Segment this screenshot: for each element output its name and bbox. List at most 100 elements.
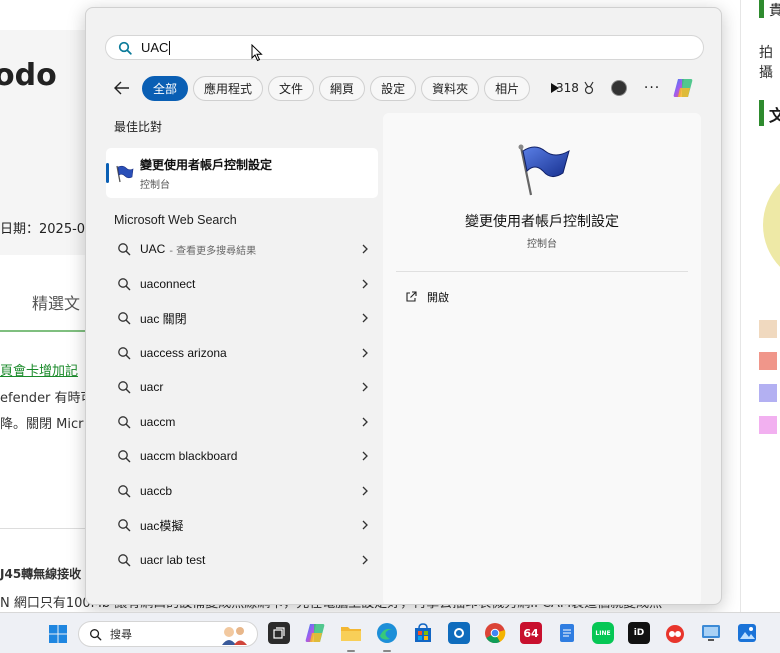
web-result-item[interactable]: uaccm: [106, 405, 378, 440]
web-result-item[interactable]: uaccm blackboard: [106, 439, 378, 474]
web-result-item[interactable]: uacr: [106, 370, 378, 405]
outlook-icon[interactable]: [448, 622, 470, 644]
sidebar-heading-marker: [759, 0, 764, 18]
legend-swatch: [759, 384, 777, 402]
web-search-heading: Microsoft Web Search: [114, 213, 237, 227]
search-icon: [118, 41, 132, 55]
best-match-item[interactable]: 變更使用者帳戶控制設定 控制台: [106, 148, 378, 198]
edge-browser-icon[interactable]: [376, 622, 398, 644]
start-search-panel: UAC 全部 應用程式 文件 網頁 設定 資料夾 相片 318 ··· 最佳比對…: [85, 7, 722, 605]
search-query: UAC: [141, 40, 169, 55]
web-result-item[interactable]: UAC - 查看更多搜尋結果: [106, 232, 378, 267]
web-result-item[interactable]: uaccess arizona: [106, 336, 378, 371]
web-result-text: uacr: [140, 380, 164, 395]
uac-flag-icon: [518, 144, 570, 196]
browser-app-icon[interactable]: [664, 622, 686, 644]
best-match-texts: 變更使用者帳戶控制設定 控制台: [140, 156, 272, 191]
article-date-fragment: 日期：2025-05: [0, 222, 94, 237]
chevron-right-icon[interactable]: [360, 417, 370, 427]
article-divider: [0, 528, 90, 529]
more-options-button[interactable]: ···: [644, 80, 660, 96]
chevron-right-icon[interactable]: [360, 279, 370, 289]
filter-chip-all[interactable]: 全部: [142, 75, 189, 101]
copilot-icon[interactable]: [672, 77, 694, 99]
chrome-icon[interactable]: [484, 622, 506, 644]
sidebar-heading: 貴: [769, 3, 780, 19]
photos-icon[interactable]: [736, 622, 758, 644]
text-caret: [169, 40, 171, 55]
id-app-icon[interactable]: iD: [628, 622, 650, 644]
search-input[interactable]: UAC: [105, 35, 704, 60]
filter-chip-apps[interactable]: 應用程式: [193, 75, 264, 101]
article-text-line: 降。關閉 Micr: [0, 417, 84, 432]
web-result-text: uac 關閉: [140, 311, 187, 326]
search-icon: [118, 484, 131, 498]
best-match-heading: 最佳比對: [114, 119, 163, 134]
search-highlight-illustration-icon: [222, 627, 247, 645]
web-result-item[interactable]: uaccb: [106, 474, 378, 509]
background-article: odo 日期：2025-05 精選文 頁會卡增加記 efender 有時可 降。…: [0, 0, 94, 612]
search-icon: [90, 628, 102, 640]
search-icon: [118, 346, 131, 360]
open-external-icon: [406, 291, 417, 302]
filter-chip-settings[interactable]: 設定: [370, 75, 417, 101]
chevron-right-icon[interactable]: [360, 313, 370, 323]
chevron-right-icon[interactable]: [360, 244, 370, 254]
article-text-line: efender 有時可: [0, 391, 94, 406]
open-action-label: 開啟: [427, 291, 449, 304]
app-64-icon[interactable]: 64: [520, 622, 542, 644]
results-column: 最佳比對 變更使用者帳戶控制設定 控制台 Microsoft Web Searc…: [106, 116, 378, 577]
sidebar-heading: 文: [769, 106, 780, 125]
web-result-text: uaccess arizona: [140, 345, 227, 360]
filter-chip-documents[interactable]: 文件: [268, 75, 315, 101]
search-icon: [118, 553, 131, 567]
running-indicator: [347, 650, 355, 652]
chevron-right-icon[interactable]: [360, 451, 370, 461]
web-result-item[interactable]: uacr lab test: [106, 543, 378, 578]
chevron-right-icon[interactable]: [360, 486, 370, 496]
notepad-icon[interactable]: [556, 622, 578, 644]
filter-bar: 全部 應用程式 文件 網頁 設定 資料夾 相片: [108, 75, 567, 101]
search-icon: [118, 312, 131, 325]
web-result-text: uaccm: [140, 414, 176, 429]
detail-subtitle: 控制台: [527, 239, 557, 250]
chevron-right-icon[interactable]: [360, 348, 370, 358]
rewards-points[interactable]: 318: [556, 81, 579, 95]
web-result-hint: - 查看更多搜尋結果: [169, 245, 257, 257]
taskbar: 搜尋 64 LINE iD: [0, 612, 780, 653]
filter-chip-photos[interactable]: 相片: [484, 75, 531, 101]
sidebar-pie-chart: [763, 165, 780, 285]
task-view-glyph-icon: [273, 627, 285, 639]
user-avatar[interactable]: [610, 80, 627, 96]
windows-start-icon[interactable]: [48, 624, 68, 644]
article-link-fragment[interactable]: 頁會卡增加記: [0, 360, 78, 379]
outlook-glyph-icon: [454, 628, 464, 638]
web-result-item[interactable]: uac模擬: [106, 508, 378, 543]
web-results-list: UAC - 查看更多搜尋結果 uaconnect uac 關閉 uaccess …: [106, 232, 378, 577]
selection-indicator: [106, 163, 109, 183]
chevron-right-icon[interactable]: [360, 520, 370, 530]
chevron-right-icon[interactable]: [360, 555, 370, 565]
detail-title: 變更使用者帳戶控制設定: [465, 214, 619, 230]
web-result-text: uac模擬: [140, 518, 184, 533]
web-result-item[interactable]: uac 關閉: [106, 301, 378, 336]
filter-chip-folders[interactable]: 資料夾: [421, 75, 480, 101]
microsoft-store-icon[interactable]: [412, 622, 434, 644]
filter-chip-web[interactable]: 網頁: [319, 75, 366, 101]
detail-pane: 變更使用者帳戶控制設定 控制台 開啟: [383, 113, 701, 604]
web-result-item[interactable]: uaconnect: [106, 267, 378, 302]
open-action[interactable]: 開啟: [405, 289, 449, 305]
copilot-icon[interactable]: [304, 622, 326, 644]
file-explorer-icon[interactable]: [340, 622, 362, 644]
taskbar-search-box[interactable]: 搜尋: [78, 621, 258, 647]
featured-underline: [0, 330, 90, 332]
sidebar-heading-marker: [759, 100, 764, 126]
remote-desktop-icon[interactable]: [700, 622, 722, 644]
chevron-right-icon[interactable]: [360, 382, 370, 392]
task-view-icon[interactable]: [268, 622, 290, 644]
line-app-icon[interactable]: LINE: [592, 622, 614, 644]
search-icon: [118, 450, 131, 463]
back-button[interactable]: [108, 75, 136, 101]
legend-swatch: [759, 320, 777, 338]
rewards-medal-icon[interactable]: [583, 81, 595, 95]
